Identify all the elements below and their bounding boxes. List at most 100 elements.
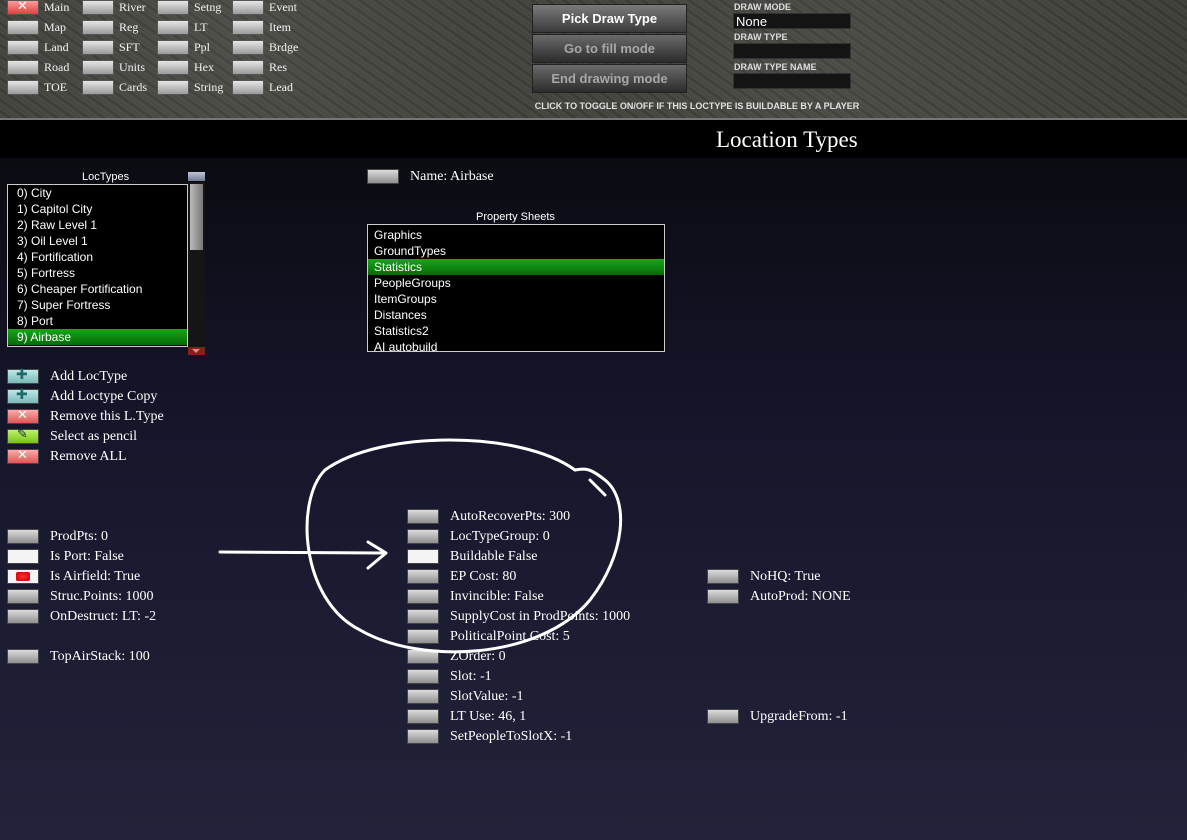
name-label: Name: Airbase — [410, 169, 494, 184]
slot-button[interactable] — [407, 669, 439, 684]
buildable-toggle[interactable] — [407, 549, 439, 564]
zorder-label: ZOrder: 0 — [450, 649, 506, 664]
add-loctype-label: Add LocType — [50, 369, 128, 384]
list-item[interactable]: GroundTypes — [368, 243, 664, 259]
loctypes-scrollbar[interactable] — [188, 172, 205, 355]
item-button[interactable] — [232, 20, 264, 35]
draw-type-value — [733, 43, 851, 59]
brdge-button[interactable] — [232, 40, 264, 55]
struc-points-label: Struc.Points: 1000 — [50, 589, 154, 604]
setng-button[interactable] — [157, 0, 189, 15]
scroll-up-button[interactable] — [188, 172, 205, 181]
struc-points-button[interactable] — [7, 589, 39, 604]
is-airfield-toggle[interactable] — [7, 569, 39, 584]
ppl-label: Ppl — [194, 40, 211, 54]
invincible-button[interactable] — [407, 589, 439, 604]
remove-loctype-label: Remove this L.Type — [50, 409, 164, 424]
list-item[interactable]: Statistics2 — [368, 323, 664, 339]
units-label: Units — [119, 60, 146, 74]
list-item[interactable]: 8) Port — [8, 313, 187, 329]
list-item-selected[interactable]: Statistics — [368, 259, 664, 275]
lt-use-label: LT Use: 46, 1 — [450, 709, 527, 724]
is-airfield-label: Is Airfield: True — [50, 569, 141, 584]
remove-loctype-button[interactable] — [7, 408, 39, 424]
property-sheets-list[interactable]: Graphics GroundTypes Statistics PeopleGr… — [367, 224, 665, 352]
property-sheets-caption: Property Sheets — [476, 211, 555, 223]
lead-label: Lead — [269, 80, 293, 94]
zorder-button[interactable] — [407, 649, 439, 664]
event-button[interactable] — [232, 0, 264, 15]
top-toolbar: Main Map Land Road TOE River Reg SFT Uni… — [0, 0, 1187, 120]
ep-cost-button[interactable] — [407, 569, 439, 584]
select-as-pencil-button[interactable] — [7, 427, 39, 444]
title-bar: Location Types — [0, 120, 1187, 158]
list-item[interactable]: ItemGroups — [368, 291, 664, 307]
list-item[interactable]: 6) Cheaper Fortification — [8, 281, 187, 297]
topairstack-button[interactable] — [7, 649, 39, 664]
ppl-button[interactable] — [157, 40, 189, 55]
map-button[interactable] — [7, 20, 39, 35]
res-label: Res — [269, 60, 287, 74]
ep-cost-label: EP Cost: 80 — [450, 569, 517, 584]
hex-label: Hex — [194, 60, 214, 74]
toe-label: TOE — [44, 80, 68, 94]
nohq-button[interactable] — [707, 569, 739, 584]
slotvalue-button[interactable] — [407, 689, 439, 704]
remove-all-label: Remove ALL — [50, 449, 127, 464]
string-button[interactable] — [157, 80, 189, 95]
list-item[interactable]: 0) City — [8, 185, 187, 201]
list-item[interactable]: 5) Fortress — [8, 265, 187, 281]
select-as-pencil-label: Select as pencil — [50, 429, 138, 444]
add-loctype-copy-button[interactable] — [7, 387, 39, 404]
upgradefrom-button[interactable] — [707, 709, 739, 724]
remove-all-button[interactable] — [7, 448, 39, 464]
main-button[interactable] — [7, 0, 39, 15]
prodpts-button[interactable] — [7, 529, 39, 544]
river-button[interactable] — [82, 0, 114, 15]
road-label: Road — [44, 60, 70, 74]
end-drawing-mode-button[interactable]: End drawing mode — [532, 64, 687, 93]
res-button[interactable] — [232, 60, 264, 75]
reg-button[interactable] — [82, 20, 114, 35]
prodpts-label: ProdPts: 0 — [50, 529, 108, 544]
setpeopletoslotx-button[interactable] — [407, 729, 439, 744]
list-item[interactable]: Graphics — [368, 227, 664, 243]
loctypegroup-button[interactable] — [407, 529, 439, 544]
political-point-cost-button[interactable] — [407, 629, 439, 644]
toe-button[interactable] — [7, 80, 39, 95]
draw-mode-label: DRAW MODE — [734, 2, 791, 12]
loctypes-list[interactable]: 0) City 1) Capitol City 2) Raw Level 1 3… — [7, 184, 188, 347]
scroll-thumb[interactable] — [190, 184, 203, 250]
supplycost-button[interactable] — [407, 609, 439, 624]
autorecoverpts-button[interactable] — [407, 509, 439, 524]
autorecoverpts-label: AutoRecoverPts: 300 — [450, 509, 571, 524]
scroll-down-icon[interactable] — [188, 347, 205, 355]
ondestruct-button[interactable] — [7, 609, 39, 624]
pick-draw-type-button[interactable]: Pick Draw Type — [532, 4, 687, 33]
list-item[interactable]: 4) Fortification — [8, 249, 187, 265]
slotvalue-label: SlotValue: -1 — [450, 689, 524, 704]
list-item[interactable]: 2) Raw Level 1 — [8, 217, 187, 233]
list-item-selected[interactable]: 9) Airbase — [8, 329, 187, 345]
list-item[interactable]: 7) Super Fortress — [8, 297, 187, 313]
list-item[interactable]: Distances — [368, 307, 664, 323]
lt-button[interactable] — [157, 20, 189, 35]
go-to-fill-mode-button[interactable]: Go to fill mode — [532, 34, 687, 63]
list-item[interactable]: 3) Oil Level 1 — [8, 233, 187, 249]
road-button[interactable] — [7, 60, 39, 75]
name-edit-button[interactable] — [367, 169, 399, 184]
upgradefrom-label: UpgradeFrom: -1 — [750, 709, 848, 724]
units-button[interactable] — [82, 60, 114, 75]
list-item[interactable]: PeopleGroups — [368, 275, 664, 291]
lt-use-button[interactable] — [407, 709, 439, 724]
add-loctype-button[interactable] — [7, 367, 39, 384]
autoprod-button[interactable] — [707, 589, 739, 604]
is-port-toggle[interactable] — [7, 549, 39, 564]
cards-button[interactable] — [82, 80, 114, 95]
lead-button[interactable] — [232, 80, 264, 95]
land-button[interactable] — [7, 40, 39, 55]
sft-button[interactable] — [82, 40, 114, 55]
hex-button[interactable] — [157, 60, 189, 75]
list-item[interactable]: 1) Capitol City — [8, 201, 187, 217]
list-item[interactable]: AI autobuild — [368, 339, 664, 351]
